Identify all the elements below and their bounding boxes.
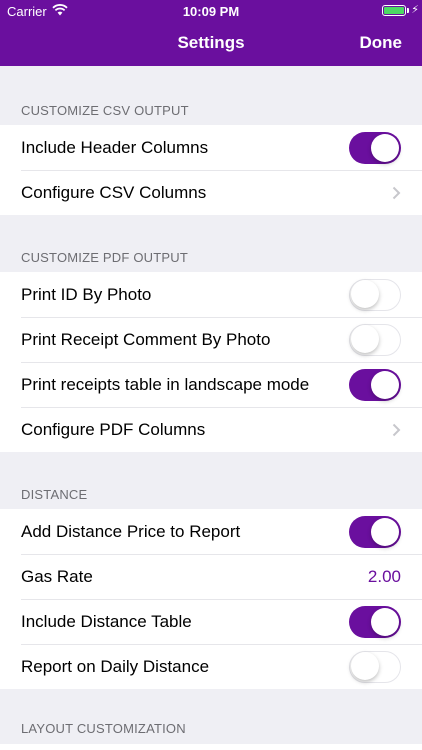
gas-rate-row[interactable]: Gas Rate 2.00 (0, 554, 422, 599)
row-label: Report on Daily Distance (21, 656, 210, 676)
section-header-pdf: CUSTOMIZE PDF OUTPUT (21, 250, 188, 265)
pdf-settings-group: Print ID By Photo Print Receipt Comment … (0, 272, 422, 452)
add-distance-price-row[interactable]: Add Distance Price to Report (0, 509, 422, 554)
row-label: Add Distance Price to Report (21, 521, 241, 541)
report-daily-distance-row[interactable]: Report on Daily Distance (0, 644, 422, 689)
toggle-knob (350, 280, 379, 308)
toggle-knob (350, 325, 379, 353)
print-receipt-comment-row[interactable]: Print Receipt Comment By Photo (0, 317, 422, 362)
row-label: Print receipts table in landscape mode (21, 374, 310, 394)
toggle-knob (371, 370, 399, 399)
distance-settings-group: Add Distance Price to Report Gas Rate 2.… (0, 509, 422, 689)
row-label: Configure PDF Columns (21, 419, 206, 439)
print-id-by-photo-toggle[interactable] (349, 278, 401, 311)
add-distance-price-toggle[interactable] (349, 515, 401, 548)
csv-settings-group: Include Header Columns Configure CSV Col… (0, 125, 422, 215)
status-bar: Carrier 10:09 PM ⚡ (0, 0, 422, 22)
battery-cap (407, 8, 409, 13)
row-label: Include Header Columns (21, 137, 209, 157)
done-button[interactable]: Done (360, 33, 403, 53)
include-header-columns-row[interactable]: Include Header Columns (0, 125, 422, 170)
section-header-layout: LAYOUT CUSTOMIZATION (21, 721, 186, 736)
include-header-columns-toggle[interactable] (349, 131, 401, 164)
clock: 10:09 PM (182, 4, 240, 19)
layout-settings-group (0, 744, 422, 750)
charging-icon: ⚡ (411, 4, 419, 16)
row-label: Print ID By Photo (21, 284, 152, 304)
landscape-mode-row[interactable]: Print receipts table in landscape mode (0, 362, 422, 407)
row-label: Include Distance Table (21, 611, 192, 631)
chevron-right-icon (392, 186, 401, 199)
print-id-by-photo-row[interactable]: Print ID By Photo (0, 272, 422, 317)
configure-pdf-columns-row[interactable]: Configure PDF Columns (0, 407, 422, 452)
gas-rate-value[interactable]: 2.00 (368, 567, 401, 587)
toggle-knob (371, 517, 399, 546)
print-receipt-comment-toggle[interactable] (349, 323, 401, 356)
include-distance-table-row[interactable]: Include Distance Table (0, 599, 422, 644)
include-distance-table-toggle[interactable] (349, 605, 401, 638)
battery-icon (382, 5, 406, 16)
report-daily-distance-toggle[interactable] (349, 650, 401, 683)
row-label: Print Receipt Comment By Photo (21, 329, 271, 349)
chevron-right-icon (392, 423, 401, 436)
row-label: Gas Rate (21, 566, 93, 586)
section-header-csv: CUSTOMIZE CSV OUTPUT (21, 103, 189, 118)
toggle-knob (371, 133, 399, 162)
configure-csv-columns-row[interactable]: Configure CSV Columns (0, 170, 422, 215)
row-label: Configure CSV Columns (21, 182, 207, 202)
toggle-knob (371, 607, 399, 636)
landscape-mode-toggle[interactable] (349, 368, 401, 401)
section-header-distance: DISTANCE (21, 487, 88, 502)
toggle-knob (350, 652, 379, 680)
navigation-bar: Carrier 10:09 PM ⚡ Settings Done (0, 0, 422, 66)
